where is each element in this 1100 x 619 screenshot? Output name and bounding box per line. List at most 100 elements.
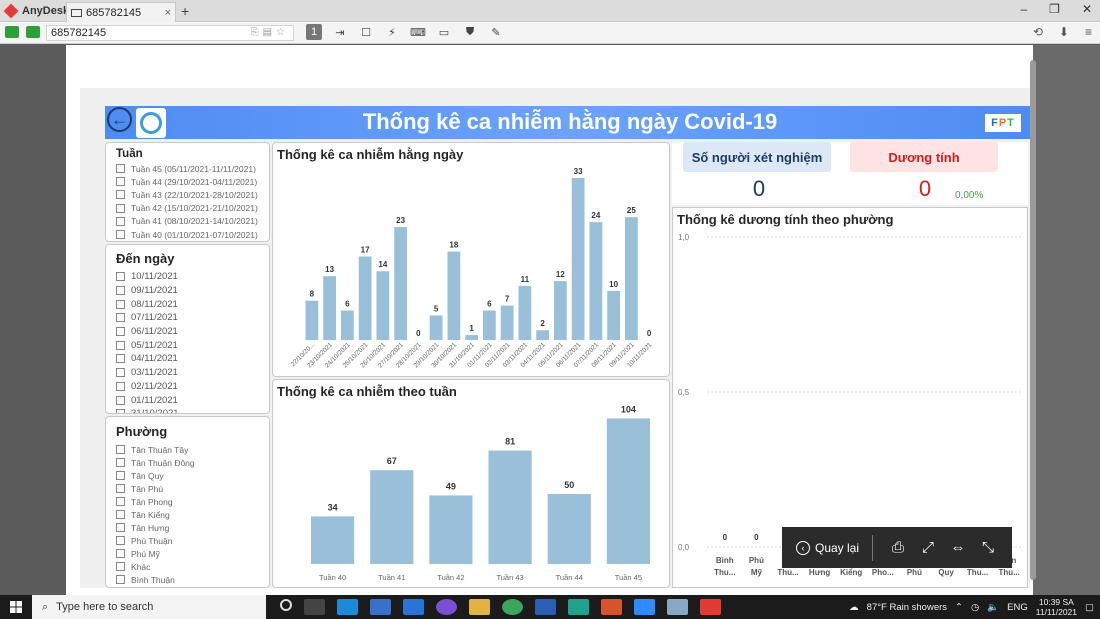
week-slicer-item[interactable]: Tuần 45 (05/11/2021-11/11/2021) xyxy=(116,162,269,175)
date-slicer-item[interactable]: 05/11/2021 xyxy=(116,338,269,352)
ward-slicer-item[interactable]: Bình Thuận xyxy=(116,573,269,586)
checkbox-icon[interactable] xyxy=(116,286,125,296)
close-window-button[interactable]: ✕ xyxy=(1082,2,1092,16)
monitor-select-icon[interactable]: 1 xyxy=(306,24,322,40)
checkbox-icon[interactable] xyxy=(116,177,125,187)
fit-width-icon[interactable]: ⇔ xyxy=(943,539,973,556)
checkbox-icon[interactable] xyxy=(116,340,125,350)
mail-icon[interactable] xyxy=(403,599,424,615)
ward-slicer-item[interactable]: Phú Mỹ xyxy=(116,547,269,560)
checkbox-icon[interactable] xyxy=(116,203,125,213)
checkbox-icon[interactable] xyxy=(116,313,125,323)
volume-icon[interactable]: 🔈 xyxy=(987,602,999,613)
date-slicer-item[interactable]: 07/11/2021 xyxy=(116,311,269,325)
checkbox-icon[interactable] xyxy=(116,409,125,413)
session-tab[interactable]: 685782145 × xyxy=(66,2,176,22)
file-explorer-icon[interactable] xyxy=(469,599,490,615)
menu-icon[interactable]: ≡ xyxy=(1085,25,1092,39)
checkbox-icon[interactable] xyxy=(116,381,125,391)
ward-slicer-item[interactable]: Tân Phú xyxy=(116,482,269,495)
clock[interactable]: 10:39 SA 11/11/2021 xyxy=(1036,597,1077,617)
ward-slicer-item[interactable]: Tân Quy xyxy=(116,469,269,482)
tray-chevron-icon[interactable]: ⌃ xyxy=(955,602,963,613)
ward-slicer-item[interactable]: Tân Thuận Đông xyxy=(116,456,269,469)
scrollbar[interactable] xyxy=(1030,60,1036,580)
checkbox-icon[interactable] xyxy=(116,327,125,337)
checkbox-icon[interactable] xyxy=(116,471,125,480)
chrome-icon[interactable] xyxy=(502,599,523,615)
new-tab-button[interactable]: + xyxy=(181,3,189,19)
date-slicer-item[interactable]: 01/11/2021 xyxy=(116,393,269,407)
week-slicer-item[interactable]: Tuần 44 (29/10/2021-04/11/2021) xyxy=(116,175,269,188)
week-slicer-item[interactable]: Tuần 40 (01/10/2021-07/10/2021) xyxy=(116,228,269,241)
print-icon[interactable]: ⎙ xyxy=(883,539,913,556)
switch-sides-icon[interactable]: ⇥ xyxy=(332,24,348,40)
checkbox-icon[interactable] xyxy=(116,395,125,405)
display-icon[interactable]: ▭ xyxy=(436,24,452,40)
minimize-button[interactable]: – xyxy=(1020,2,1027,16)
network-icon[interactable]: ◷ xyxy=(971,602,979,613)
ward-slicer-item[interactable]: Tân Phong xyxy=(116,495,269,508)
date-slicer-item[interactable]: 09/11/2021 xyxy=(116,284,269,298)
word-icon[interactable] xyxy=(535,599,556,615)
fullscreen-icon[interactable]: ⤢ xyxy=(913,539,943,556)
checkbox-icon[interactable] xyxy=(116,190,125,200)
collapse-icon[interactable]: ⤡ xyxy=(973,539,1003,556)
ward-slicer-item[interactable]: Phú Thuận xyxy=(116,534,269,547)
date-slicer-item[interactable]: 10/11/2021 xyxy=(116,270,269,284)
store-icon[interactable] xyxy=(370,599,391,615)
checkbox-icon[interactable] xyxy=(116,272,125,282)
checkbox-icon[interactable] xyxy=(116,536,125,545)
language-indicator[interactable]: ENG xyxy=(1007,602,1028,613)
privacy-icon[interactable]: ⛊ xyxy=(462,24,478,40)
weather-text[interactable]: 87°F Rain showers xyxy=(867,602,947,613)
ward-slicer-item[interactable]: Tân Hưng xyxy=(116,521,269,534)
date-slicer-item[interactable]: 04/11/2021 xyxy=(116,352,269,366)
anydesk-taskbar-icon[interactable] xyxy=(700,599,721,615)
date-slicer-item[interactable]: 31/10/2021 xyxy=(116,407,269,413)
weather-icon[interactable]: ☁ xyxy=(849,602,859,613)
checkbox-icon[interactable] xyxy=(116,216,125,226)
checkbox-icon[interactable] xyxy=(116,164,125,174)
checkbox-icon[interactable] xyxy=(116,510,125,519)
windows-start-icon[interactable] xyxy=(0,601,32,613)
checkbox-icon[interactable] xyxy=(116,562,125,571)
app-y-icon[interactable] xyxy=(568,599,589,615)
edge-icon[interactable] xyxy=(337,599,358,615)
back-arrow-icon[interactable]: ← xyxy=(107,107,132,132)
draw-icon[interactable]: ✎ xyxy=(488,24,504,40)
week-slicer-item[interactable]: Tuần 43 (22/10/2021-28/10/2021) xyxy=(116,188,269,201)
ward-slicer-item[interactable]: Tân Kiểng xyxy=(116,508,269,521)
taskbar-search[interactable]: ⌕ Type here to search xyxy=(32,595,266,619)
powerpoint-icon[interactable] xyxy=(601,599,622,615)
checkbox-icon[interactable] xyxy=(116,354,125,364)
back-button[interactable]: ‹ Quay lại xyxy=(782,540,872,555)
checkbox-icon[interactable] xyxy=(116,230,125,240)
checkbox-icon[interactable] xyxy=(116,368,125,378)
date-slicer-item[interactable]: 06/11/2021 xyxy=(116,325,269,339)
address-input[interactable]: 685782145 ⎘▤☆ xyxy=(46,25,294,41)
keyboard-icon[interactable]: ⌨ xyxy=(410,24,426,40)
ward-slicer-item[interactable]: Khác xyxy=(116,560,269,573)
notification-icon[interactable]: ▢ xyxy=(1085,602,1094,613)
checkbox-icon[interactable] xyxy=(116,445,125,454)
history-icon[interactable]: ⟲ xyxy=(1033,25,1043,39)
date-slicer-item[interactable]: 08/11/2021 xyxy=(116,297,269,311)
date-slicer-item[interactable]: 02/11/2021 xyxy=(116,380,269,394)
cortana-icon[interactable] xyxy=(280,599,292,611)
task-view-icon[interactable] xyxy=(304,599,325,615)
checkbox-icon[interactable] xyxy=(116,575,125,584)
week-slicer-item[interactable]: Tuần 42 (15/10/2021-21/10/2021) xyxy=(116,202,269,215)
checkbox-icon[interactable] xyxy=(116,549,125,558)
checkbox-icon[interactable] xyxy=(116,523,125,532)
viber-icon[interactable] xyxy=(436,599,457,615)
zoom-icon[interactable] xyxy=(634,599,655,615)
app-window-icon[interactable] xyxy=(667,599,688,615)
checkbox-icon[interactable] xyxy=(116,458,125,467)
ward-slicer-item[interactable]: Tân Thuận Tây xyxy=(116,443,269,456)
close-tab-icon[interactable]: × xyxy=(165,7,171,19)
checkbox-icon[interactable] xyxy=(116,299,125,309)
actions-icon[interactable]: ⚡ xyxy=(384,24,400,40)
week-slicer-item[interactable]: Tuần 41 (08/10/2021-14/10/2021) xyxy=(116,215,269,228)
checkbox-icon[interactable] xyxy=(116,484,125,493)
